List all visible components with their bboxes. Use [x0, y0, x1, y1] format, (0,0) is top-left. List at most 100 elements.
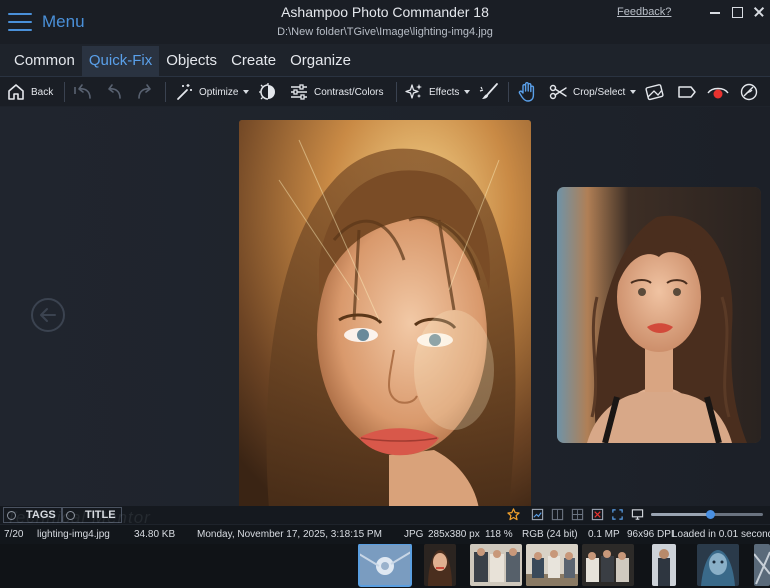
- toolbar-separator: [508, 82, 509, 102]
- hand-tool-button[interactable]: [517, 80, 537, 104]
- close-icon[interactable]: [750, 4, 768, 20]
- label-shape-button[interactable]: [676, 80, 698, 104]
- contrast-colors-button[interactable]: Contrast/Colors: [289, 80, 383, 104]
- optimize-button[interactable]: Optimize: [174, 80, 250, 104]
- thumbnail[interactable]: [424, 544, 456, 586]
- tab-create[interactable]: Create: [224, 46, 283, 76]
- star-icon[interactable]: [507, 508, 520, 521]
- tab-quick-fix[interactable]: Quick-Fix: [81, 46, 160, 76]
- zoom-slider[interactable]: [651, 510, 763, 519]
- title-button[interactable]: TITLE: [62, 507, 122, 523]
- red-eye-icon: [707, 87, 729, 99]
- tags-label: TAGS: [26, 509, 56, 521]
- status-megapixels: 0.1 MP: [588, 529, 620, 540]
- tab-objects[interactable]: Objects: [159, 46, 224, 76]
- status-dimensions: 285x380 px: [428, 529, 480, 540]
- main-photo[interactable]: [239, 120, 531, 509]
- crop-scissors-icon: [549, 84, 567, 100]
- radio-icon: [66, 510, 75, 520]
- tab-organize[interactable]: Organize: [283, 46, 358, 76]
- straighten-button[interactable]: [644, 80, 666, 104]
- thumbnail-image: [652, 544, 676, 586]
- label-shape-icon: [678, 86, 696, 98]
- straighten-icon: [645, 84, 664, 101]
- thumbnail-image: [470, 544, 522, 586]
- next-photo-preview[interactable]: [557, 187, 761, 443]
- minimize-icon[interactable]: [706, 4, 724, 20]
- red-eye-button[interactable]: [706, 80, 730, 104]
- chevron-down-icon: [464, 90, 471, 94]
- status-dpi: 96x96 DPI: [627, 529, 674, 540]
- status-color-depth: RGB (24 bit): [522, 529, 578, 540]
- toolbar-separator: [396, 82, 397, 102]
- portrait-sunlit-image: [239, 120, 531, 509]
- maximize-icon[interactable]: [728, 4, 746, 20]
- crop-select-button[interactable]: Crop/Select: [548, 80, 637, 104]
- view-compare-icon[interactable]: [551, 508, 564, 521]
- status-zoom: 118 %: [485, 529, 513, 540]
- thumbnail[interactable]: [582, 544, 634, 586]
- previous-image-button[interactable]: [31, 298, 65, 332]
- hand-icon: [518, 82, 535, 102]
- app-window: Menu Ashampoo Photo Commander 18 D:\New …: [0, 0, 770, 588]
- thumbnail[interactable]: [697, 544, 739, 586]
- zoom-slider-fill: [651, 513, 711, 516]
- slideshow-icon[interactable]: [591, 508, 604, 521]
- status-date: Monday, November 17, 2025, 3:18:15 PM: [197, 529, 382, 540]
- fullscreen-icon[interactable]: [611, 508, 624, 521]
- undo-all-icon: [74, 84, 91, 99]
- exposure-icon: [259, 83, 275, 100]
- undo-button[interactable]: [104, 80, 124, 104]
- sliders-icon: [291, 84, 307, 100]
- thumbnail-image: [697, 544, 739, 586]
- home-icon: [8, 84, 24, 100]
- thumbnail[interactable]: [470, 544, 522, 586]
- view-grid-icon[interactable]: [571, 508, 584, 521]
- exposure-button[interactable]: [258, 80, 278, 104]
- effects-button[interactable]: Effects: [404, 80, 471, 104]
- arrow-left-icon: [40, 308, 56, 322]
- sparkles-icon: [405, 84, 422, 99]
- toolbar-separator: [64, 82, 65, 102]
- thumbnail[interactable]: [652, 544, 676, 586]
- filmstrip: [0, 544, 770, 588]
- brush-icon: [479, 83, 498, 99]
- thumbnail-image: [526, 544, 578, 586]
- redo-button[interactable]: [135, 80, 155, 104]
- thumbnail[interactable]: [754, 544, 770, 586]
- thumbnail[interactable]: [526, 544, 578, 586]
- status-bar: 7/20 lighting-img4.jpg 34.80 KB Monday, …: [0, 525, 770, 544]
- monitor-icon[interactable]: [631, 508, 644, 521]
- back-button[interactable]: Back: [6, 80, 53, 104]
- status-filesize: 34.80 KB: [134, 529, 176, 540]
- brush-button[interactable]: [478, 80, 500, 104]
- title-bar: Menu Ashampoo Photo Commander 18 D:\New …: [0, 0, 770, 44]
- title-label: TITLE: [85, 509, 116, 521]
- status-index: 7/20: [4, 529, 24, 540]
- view-single-icon[interactable]: [531, 508, 544, 521]
- chevron-down-icon: [630, 90, 637, 94]
- feedback-link[interactable]: Feedback?: [617, 6, 671, 18]
- status-format: JPG: [404, 529, 424, 540]
- thumbnail[interactable]: [358, 544, 412, 587]
- radio-icon: [7, 510, 16, 520]
- status-filename: lighting-img4.jpg: [37, 529, 110, 540]
- contrast-label: Contrast/Colors: [314, 86, 384, 98]
- redo-icon: [138, 84, 151, 99]
- optimize-label: Optimize: [199, 86, 239, 98]
- thumbnail-image: [582, 544, 634, 586]
- tab-common[interactable]: Common: [0, 46, 82, 76]
- back-label: Back: [31, 86, 54, 98]
- file-path: D:\New folder\TGive\Image\lighting-img4.…: [277, 26, 493, 38]
- thumbnail-image: [754, 544, 770, 586]
- thumbnail-image: [424, 544, 456, 586]
- tags-button[interactable]: TAGS: [3, 507, 62, 523]
- retouch-icon: [740, 83, 758, 101]
- magic-wand-icon: [177, 84, 192, 100]
- retouch-button[interactable]: [738, 80, 760, 104]
- crop-label: Crop/Select: [573, 86, 626, 98]
- undo-all-button[interactable]: [72, 80, 94, 104]
- chevron-down-icon: [243, 90, 250, 94]
- toolbar: Back Optimize Contrast/Colors Effects Cr…: [0, 76, 770, 106]
- portrait-preview-image: [557, 187, 761, 443]
